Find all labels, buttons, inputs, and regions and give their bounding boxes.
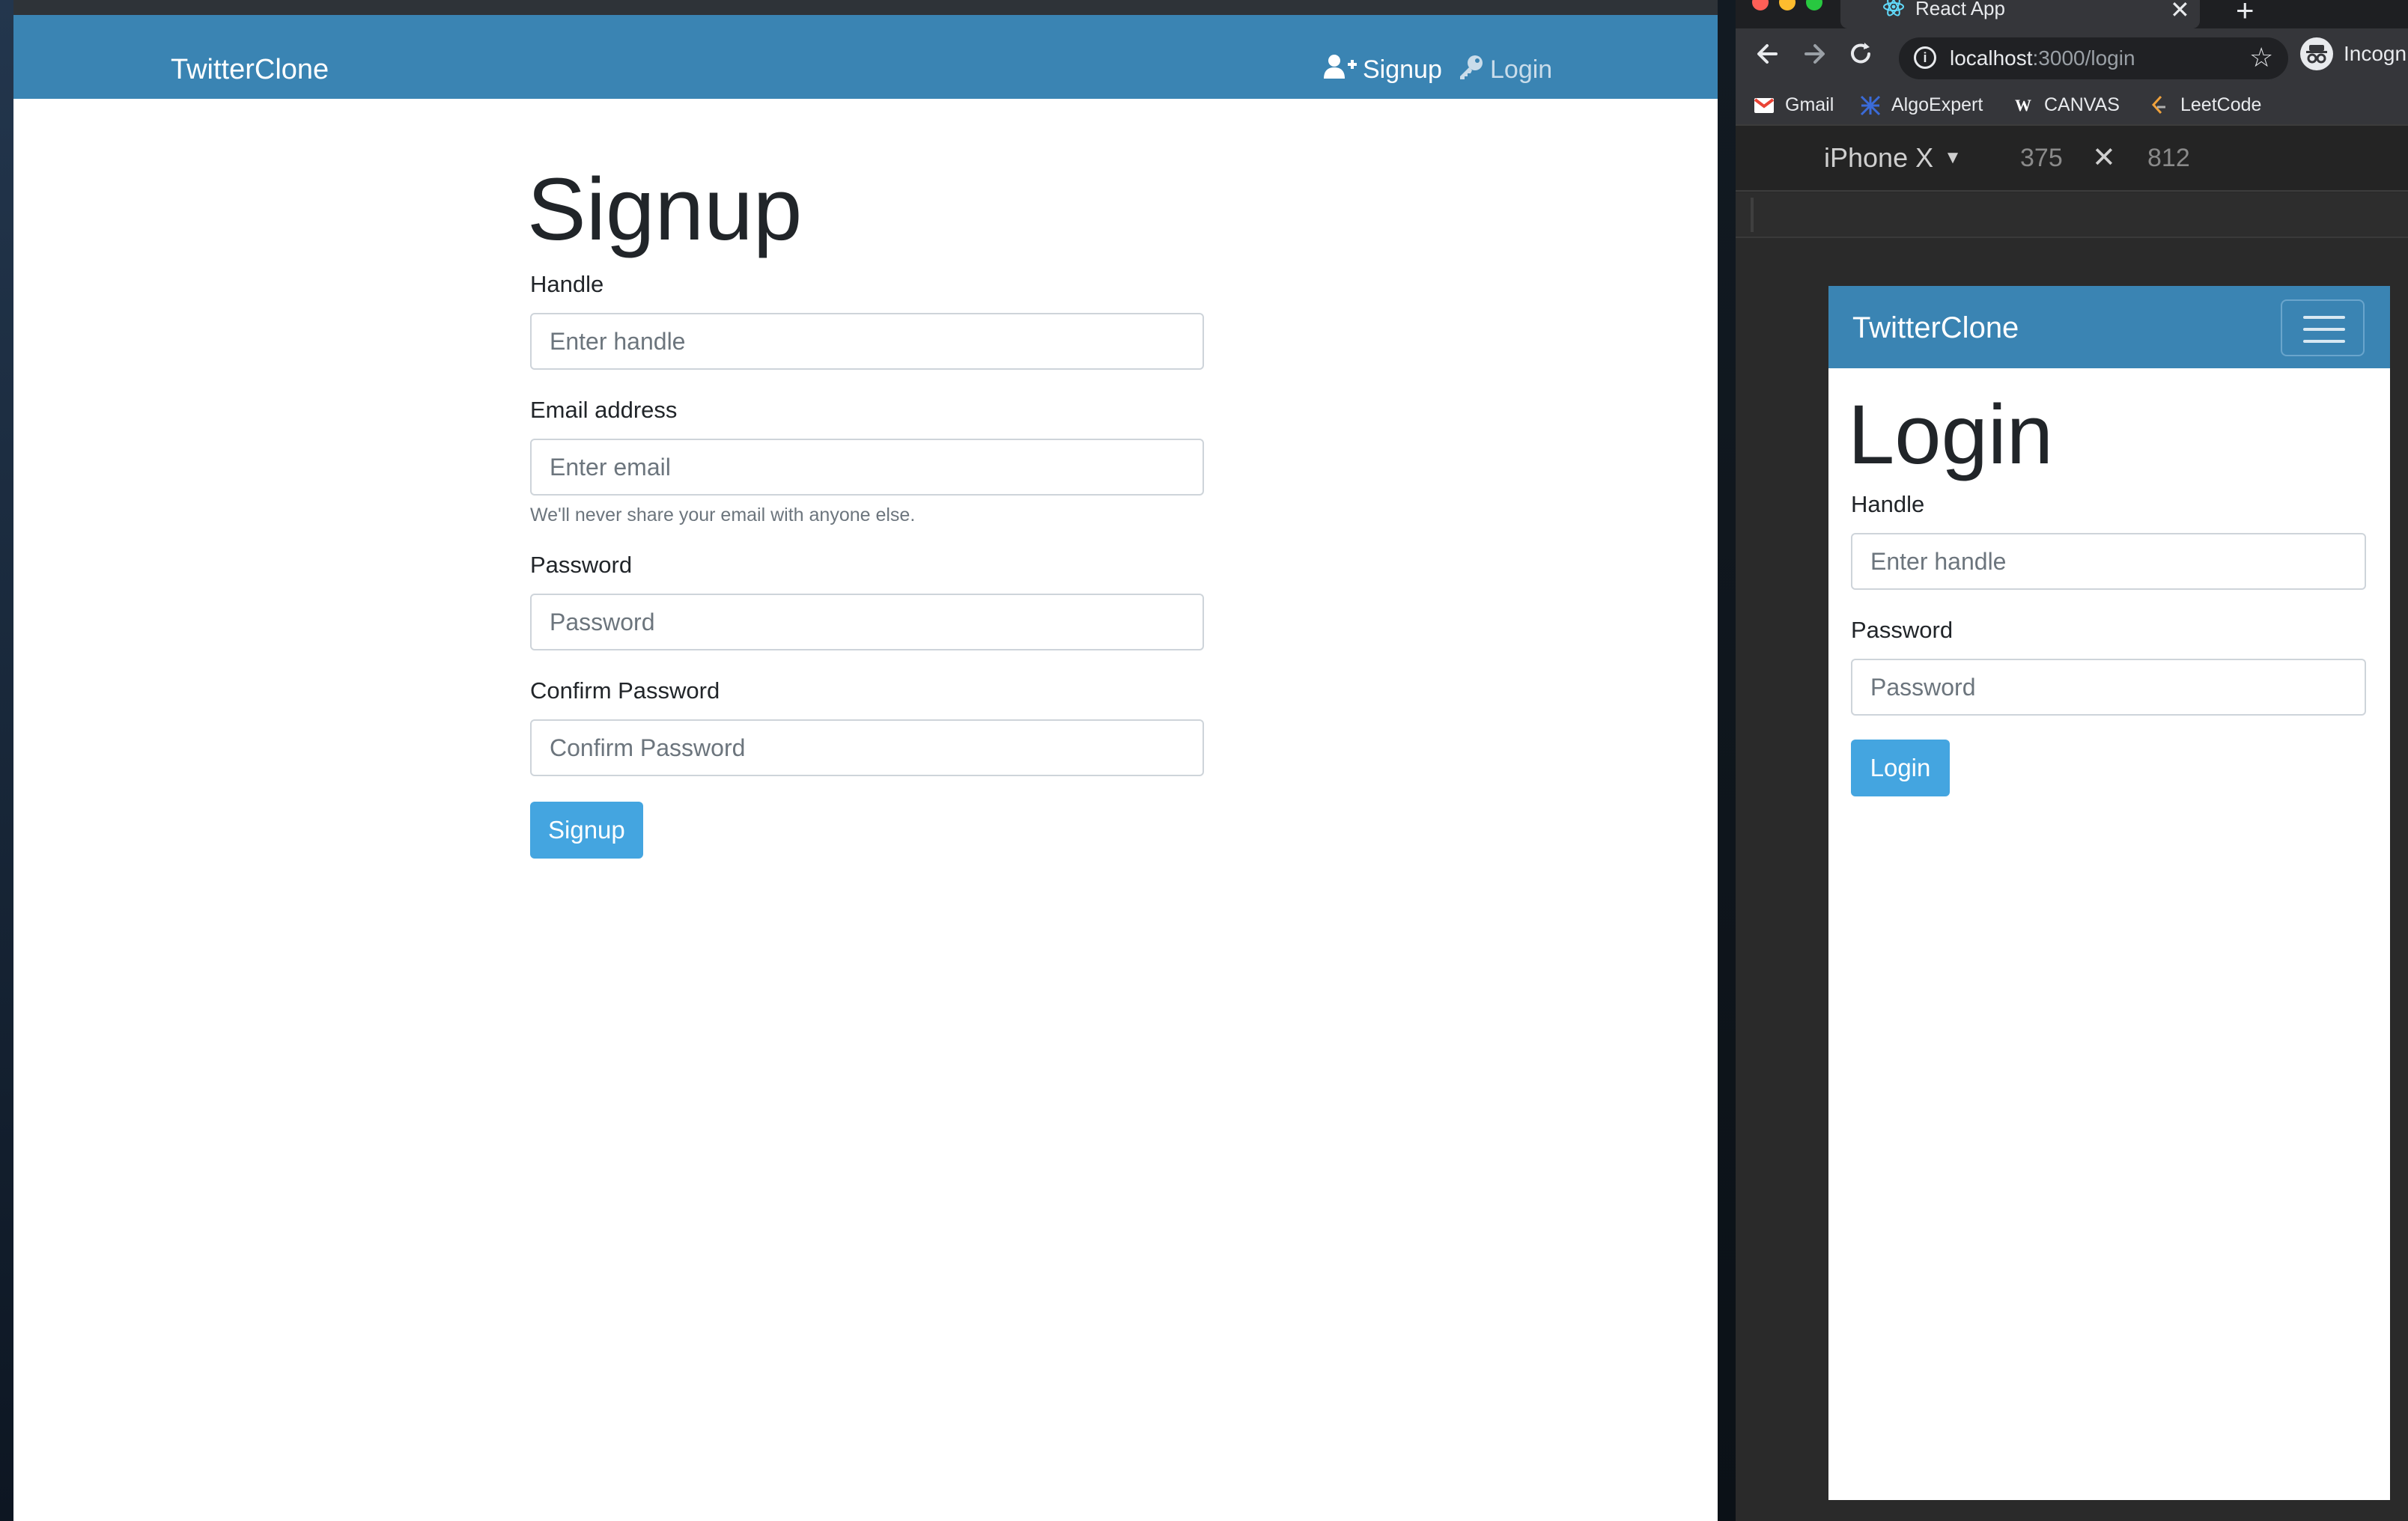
browser-tab[interactable]: React App ✕: [1840, 0, 2200, 28]
mobile-navbar-brand[interactable]: TwitterClone: [1852, 311, 2019, 345]
nav-login-link[interactable]: Login: [1459, 54, 1552, 86]
chrome-window: React App ✕ + i localhost:3000/login ☆ I…: [1736, 0, 2408, 1521]
close-window-button[interactable]: [1752, 0, 1769, 10]
site-info-icon[interactable]: i: [1914, 46, 1936, 69]
bookmark-canvas[interactable]: W CANVAS: [2013, 94, 2120, 116]
bookmark-star-icon[interactable]: ☆: [2249, 42, 2273, 73]
key-icon: [1459, 54, 1484, 86]
mobile-page-title: Login: [1848, 388, 2054, 481]
mobile-password-group: Password: [1851, 617, 2368, 716]
email-input[interactable]: [530, 439, 1204, 496]
ruler-mark: [1751, 198, 1754, 232]
handle-group: Handle: [530, 271, 1211, 370]
dropdown-triangle-icon: ▼: [1944, 147, 1962, 168]
algoexpert-icon: [1860, 95, 1881, 116]
gmail-icon: [1754, 95, 1775, 116]
mobile-handle-input[interactable]: [1851, 533, 2366, 590]
emulated-phone-page: TwitterClone Login Handle Password Login: [1828, 286, 2390, 1500]
password-input[interactable]: [530, 594, 1204, 650]
device-name: iPhone X: [1824, 142, 1934, 173]
mobile-navbar: TwitterClone: [1828, 286, 2390, 368]
bookmark-leetcode[interactable]: LeetCode: [2149, 94, 2261, 116]
incognito-label: Incognito: [2344, 42, 2408, 65]
bookmark-gmail[interactable]: Gmail: [1754, 94, 1834, 116]
tab-strip: React App ✕ +: [1736, 0, 2408, 28]
mobile-handle-label: Handle: [1851, 491, 1925, 517]
login-button[interactable]: Login: [1851, 740, 1950, 796]
bookmark-label: AlgoExpert: [1891, 94, 1983, 115]
login-form: Login Handle Password Login: [1848, 385, 2368, 796]
bookmark-label: CANVAS: [2044, 94, 2120, 115]
back-arrow-icon[interactable]: [1755, 40, 1779, 74]
react-icon: [1882, 0, 1905, 18]
url-host: localhost: [1950, 46, 2033, 70]
device-selector[interactable]: iPhone X ▼: [1824, 142, 1962, 174]
nav-login-label: Login: [1490, 55, 1553, 84]
confirm-password-group: Confirm Password: [530, 677, 1211, 776]
bookmark-algoexpert[interactable]: AlgoExpert: [1860, 94, 1983, 116]
url-path: :3000/login: [2032, 46, 2135, 70]
dimension-separator-icon: ✕: [2092, 142, 2116, 174]
user-plus-icon: [1324, 54, 1357, 86]
browser-toolbar: i localhost:3000/login ☆ Incognito: [1736, 28, 2408, 90]
email-label: Email address: [530, 397, 678, 423]
navbar: TwitterClone Signup Login: [13, 15, 1718, 99]
mobile-handle-group: Handle: [1851, 491, 2368, 590]
navbar-brand[interactable]: TwitterClone: [171, 54, 329, 86]
desktop-background: [0, 0, 13, 1521]
hamburger-line: [2303, 340, 2345, 343]
maximize-window-button[interactable]: [1806, 0, 1822, 10]
bookmarks-bar: Gmail AlgoExpert W CANVAS LeetCode: [1736, 90, 2408, 124]
devtools-ruler: [1736, 193, 2408, 238]
email-group: Email address We'll never share your ema…: [530, 397, 1211, 526]
tab-close-icon[interactable]: ✕: [2170, 0, 2190, 24]
hamburger-line: [2303, 316, 2345, 319]
password-group: Password: [530, 552, 1211, 650]
handle-label: Handle: [530, 271, 604, 297]
device-toolbar: iPhone X ▼ 375 ✕ 812: [1736, 124, 2408, 192]
device-width-field[interactable]: 375: [2020, 144, 2063, 173]
window-top-bar: [13, 0, 1718, 15]
mobile-password-input[interactable]: [1851, 659, 2366, 716]
incognito-profile[interactable]: Incognito: [2300, 37, 2408, 70]
forward-arrow-icon[interactable]: [1803, 40, 1827, 74]
hamburger-line: [2303, 328, 2345, 331]
email-help-text: We'll never share your email with anyone…: [530, 505, 916, 525]
mobile-password-label: Password: [1851, 617, 1954, 643]
device-height-field[interactable]: 812: [2147, 144, 2190, 173]
signup-form: Signup Handle Email address We'll never …: [527, 157, 1211, 859]
confirm-password-input[interactable]: [530, 719, 1204, 776]
hamburger-menu-icon[interactable]: [2281, 299, 2365, 356]
left-browser-window: TwitterClone Signup Login Signup Handle …: [13, 0, 1718, 1521]
canvas-w-icon: W: [2015, 95, 2031, 115]
url-text: localhost:3000/login: [1950, 46, 2135, 70]
bookmark-label: Gmail: [1785, 94, 1834, 115]
reload-icon[interactable]: [1848, 40, 1873, 74]
confirm-password-label: Confirm Password: [530, 677, 720, 704]
nav-signup-label: Signup: [1363, 55, 1442, 84]
leetcode-icon: [2149, 95, 2170, 116]
desktop-gap: [1718, 0, 1736, 1521]
password-label: Password: [530, 552, 633, 578]
page-title: Signup: [527, 160, 803, 259]
address-bar[interactable]: i localhost:3000/login ☆: [1899, 37, 2288, 79]
bookmark-label: LeetCode: [2180, 94, 2262, 115]
nav-signup-link[interactable]: Signup: [1324, 54, 1442, 86]
tab-title: React App: [1915, 0, 2005, 19]
signup-button[interactable]: Signup: [530, 802, 643, 859]
new-tab-icon[interactable]: +: [2236, 0, 2255, 28]
incognito-icon: [2300, 37, 2333, 70]
handle-input[interactable]: [530, 313, 1204, 370]
minimize-window-button[interactable]: [1779, 0, 1796, 10]
